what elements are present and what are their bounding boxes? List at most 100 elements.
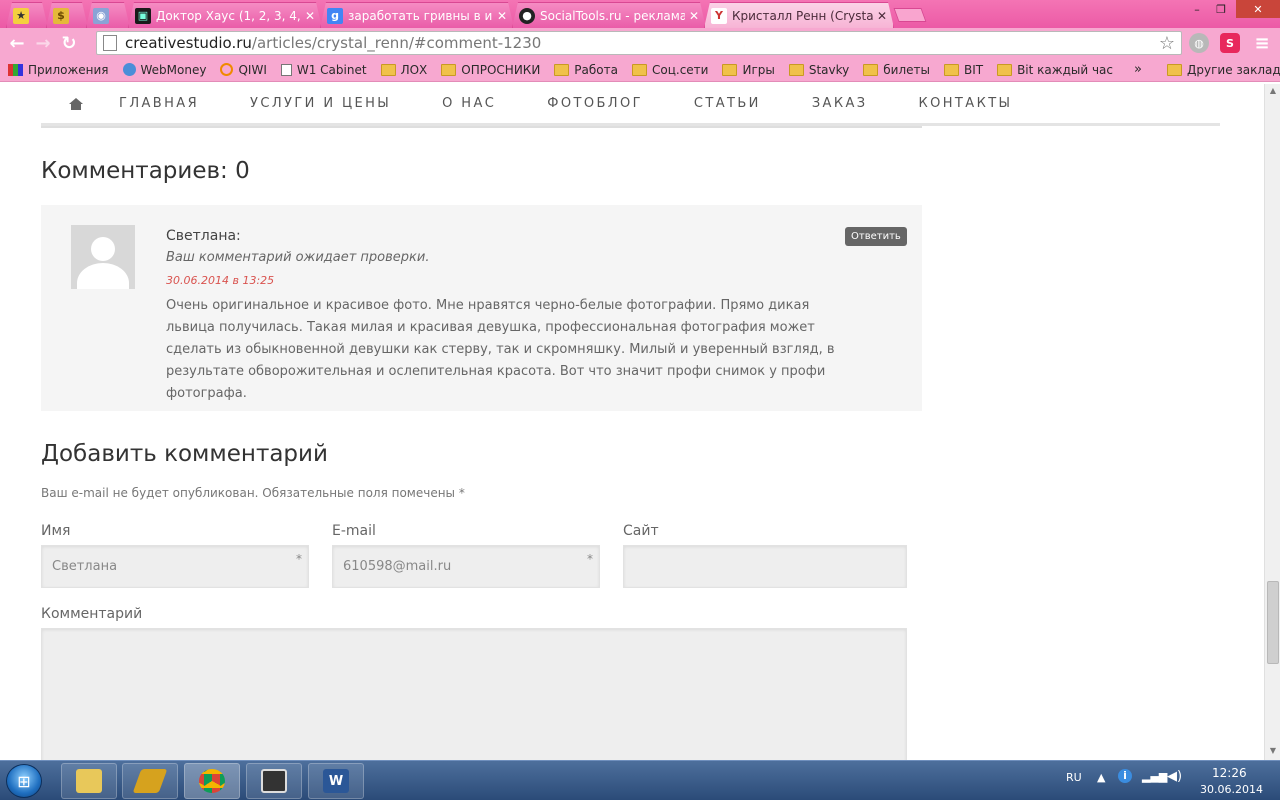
start-button[interactable]: ⊞ — [6, 764, 42, 798]
folder-icon — [863, 63, 879, 76]
scroll-down-arrow-icon[interactable]: ▼ — [1268, 746, 1278, 756]
bookmark-folder-oprosniki[interactable]: ОПРОСНИКИ — [434, 63, 547, 77]
bookmark-label: ОПРОСНИКИ — [461, 62, 541, 77]
comment-textarea[interactable] — [41, 628, 907, 760]
extension-globe-icon[interactable]: ◍ — [1189, 33, 1209, 53]
bookmark-folder-bit-hourly[interactable]: Bit каждый час — [990, 63, 1120, 77]
name-label: Имя — [41, 523, 71, 539]
tab-2[interactable]: $ — [46, 2, 88, 28]
bookmark-w1-cabinet[interactable]: W1 Cabinet — [274, 63, 374, 77]
info-icon[interactable]: i — [1118, 769, 1132, 783]
name-value: Светлана — [52, 559, 118, 574]
clock-time[interactable]: 12:26 — [1212, 766, 1247, 780]
scroll-thumb[interactable] — [1267, 581, 1279, 664]
folder-icon — [380, 63, 396, 76]
forward-arrow-icon[interactable]: → — [30, 30, 56, 56]
extension-se-icon[interactable]: S — [1220, 33, 1240, 53]
nav-item-articles[interactable]: СТАТЬИ — [694, 96, 761, 111]
minimize-button[interactable]: – — [1184, 0, 1210, 18]
site-input[interactable] — [623, 545, 907, 588]
other-bookmarks[interactable]: Другие закладки — [1160, 58, 1280, 82]
url-path: /articles/crystal_renn/#comment-1230 — [251, 34, 542, 52]
page-scrollbar[interactable]: ▲ ▼ — [1264, 84, 1280, 760]
home-icon[interactable] — [69, 97, 83, 110]
tab-title: заработать гривны в инте... — [348, 8, 493, 23]
bookmark-folder-bit[interactable]: BIT — [937, 63, 990, 77]
taskbar-explorer[interactable] — [61, 763, 117, 799]
tab-crystal-renn[interactable]: Y Кристалл Ренн (Crystal R... ✕ — [704, 2, 894, 28]
avatar-head — [91, 237, 115, 261]
coins-icon: $ — [53, 8, 69, 24]
comments-heading: Комментариев: 0 — [41, 158, 250, 184]
url-text: creativestudio.ru/articles/crystal_renn/… — [125, 34, 541, 52]
bookmark-folder-socseti[interactable]: Соц.сети — [625, 63, 715, 77]
bookmark-label: Bit каждый час — [1017, 62, 1114, 77]
bookmark-star-icon[interactable]: ☆ — [1159, 33, 1175, 54]
tab-title: Доктор Хаус (1, 2, 3, 4, 5, ... — [156, 8, 301, 23]
comment-label: Комментарий — [41, 606, 143, 622]
windows-taskbar: ⊞ W RU ▲ i ▂▄▆ ◀) 12:26 30.06.2014 — [0, 760, 1280, 800]
close-icon[interactable]: ✕ — [305, 9, 315, 23]
email-label: E-mail — [332, 523, 376, 539]
social-dot-icon: ● — [519, 8, 535, 24]
reload-icon[interactable]: ↻ — [56, 30, 82, 56]
nav-item-photoblog[interactable]: ФОТОБЛОГ — [547, 96, 643, 111]
taskbar-winamp[interactable] — [122, 763, 178, 799]
comment-item: Светлана: Ваш комментарий ожидает провер… — [41, 205, 922, 411]
reply-button[interactable]: Ответить — [845, 227, 907, 246]
menu-icon[interactable]: ≡ — [1252, 33, 1272, 54]
nav-item-services[interactable]: УСЛУГИ И ЦЕНЫ — [250, 96, 391, 111]
bookmark-qiwi[interactable]: QIWI — [213, 63, 273, 77]
name-input[interactable]: Светлана * — [41, 545, 309, 588]
lightning-icon — [132, 769, 168, 793]
folder-icon — [1167, 64, 1182, 76]
bookmark-folder-bilety[interactable]: билеты — [856, 63, 937, 77]
folder-icon — [788, 63, 804, 76]
page-icon — [103, 35, 117, 51]
avatar — [71, 225, 135, 289]
volume-icon[interactable]: ◀) — [1167, 769, 1182, 784]
nav-item-order[interactable]: ЗАКАЗ — [812, 96, 868, 111]
bookmarks-bar: Приложения WebMoney QIWI W1 Cabinet ЛОХ … — [0, 58, 1280, 82]
nav-item-contacts[interactable]: КОНТАКТЫ — [919, 96, 1013, 111]
maximize-button[interactable]: ❐ — [1208, 0, 1234, 18]
close-icon[interactable]: ✕ — [877, 9, 887, 23]
new-tab-button[interactable] — [893, 8, 927, 22]
tab-doctor-house[interactable]: ▣ Доктор Хаус (1, 2, 3, 4, 5, ... ✕ — [128, 2, 322, 28]
bookmark-folder-stavky[interactable]: Stavky — [782, 63, 856, 77]
tab-1[interactable]: ★ — [6, 2, 48, 28]
close-icon[interactable]: ✕ — [689, 9, 699, 23]
close-window-button[interactable]: ✕ — [1236, 0, 1280, 18]
tray-expand-icon[interactable]: ▲ — [1097, 771, 1105, 784]
folder-icon — [554, 63, 570, 76]
scroll-up-arrow-icon[interactable]: ▲ — [1268, 86, 1278, 96]
bookmark-folder-rabota[interactable]: Работа — [547, 63, 625, 77]
tab-title: Кристалл Ренн (Crystal R... — [732, 8, 873, 23]
bookmark-apps[interactable]: Приложения — [0, 63, 116, 77]
folder-icon — [76, 769, 102, 793]
bookmarks-overflow-chevron-icon[interactable]: » — [1134, 62, 1142, 77]
tab-socialtools[interactable]: ● SocialTools.ru - реклама ... ✕ — [512, 2, 706, 28]
language-indicator[interactable]: RU — [1066, 771, 1082, 784]
back-arrow-icon[interactable]: ← — [4, 30, 30, 56]
taskbar-word[interactable]: W — [308, 763, 364, 799]
add-comment-heading: Добавить комментарий — [41, 441, 328, 467]
comment-date[interactable]: 30.06.2014 в 13:25 — [166, 274, 274, 287]
bookmark-webmoney[interactable]: WebMoney — [116, 63, 214, 77]
film-icon: ▣ — [135, 8, 151, 24]
address-bar[interactable]: creativestudio.ru/articles/crystal_renn/… — [96, 31, 1182, 55]
network-signal-icon[interactable]: ▂▄▆ — [1142, 770, 1167, 783]
clock-date[interactable]: 30.06.2014 — [1200, 783, 1263, 796]
email-input[interactable]: 610598@mail.ru * — [332, 545, 600, 588]
tab-earn-hryvnia[interactable]: g заработать гривны в инте... ✕ — [320, 2, 514, 28]
nav-item-about[interactable]: О НАС — [442, 96, 496, 111]
bookmark-folder-loh[interactable]: ЛОХ — [374, 63, 435, 77]
bookmark-label: Работа — [574, 62, 618, 77]
taskbar-chrome[interactable] — [184, 763, 240, 799]
taskbar-media-player[interactable] — [246, 763, 302, 799]
close-icon[interactable]: ✕ — [497, 9, 507, 23]
tab-3[interactable]: ◉ — [86, 2, 130, 28]
nav-item-home[interactable]: ГЛАВНАЯ — [119, 96, 199, 111]
apps-icon — [8, 63, 23, 76]
bookmark-folder-igry[interactable]: Игры — [715, 63, 781, 77]
